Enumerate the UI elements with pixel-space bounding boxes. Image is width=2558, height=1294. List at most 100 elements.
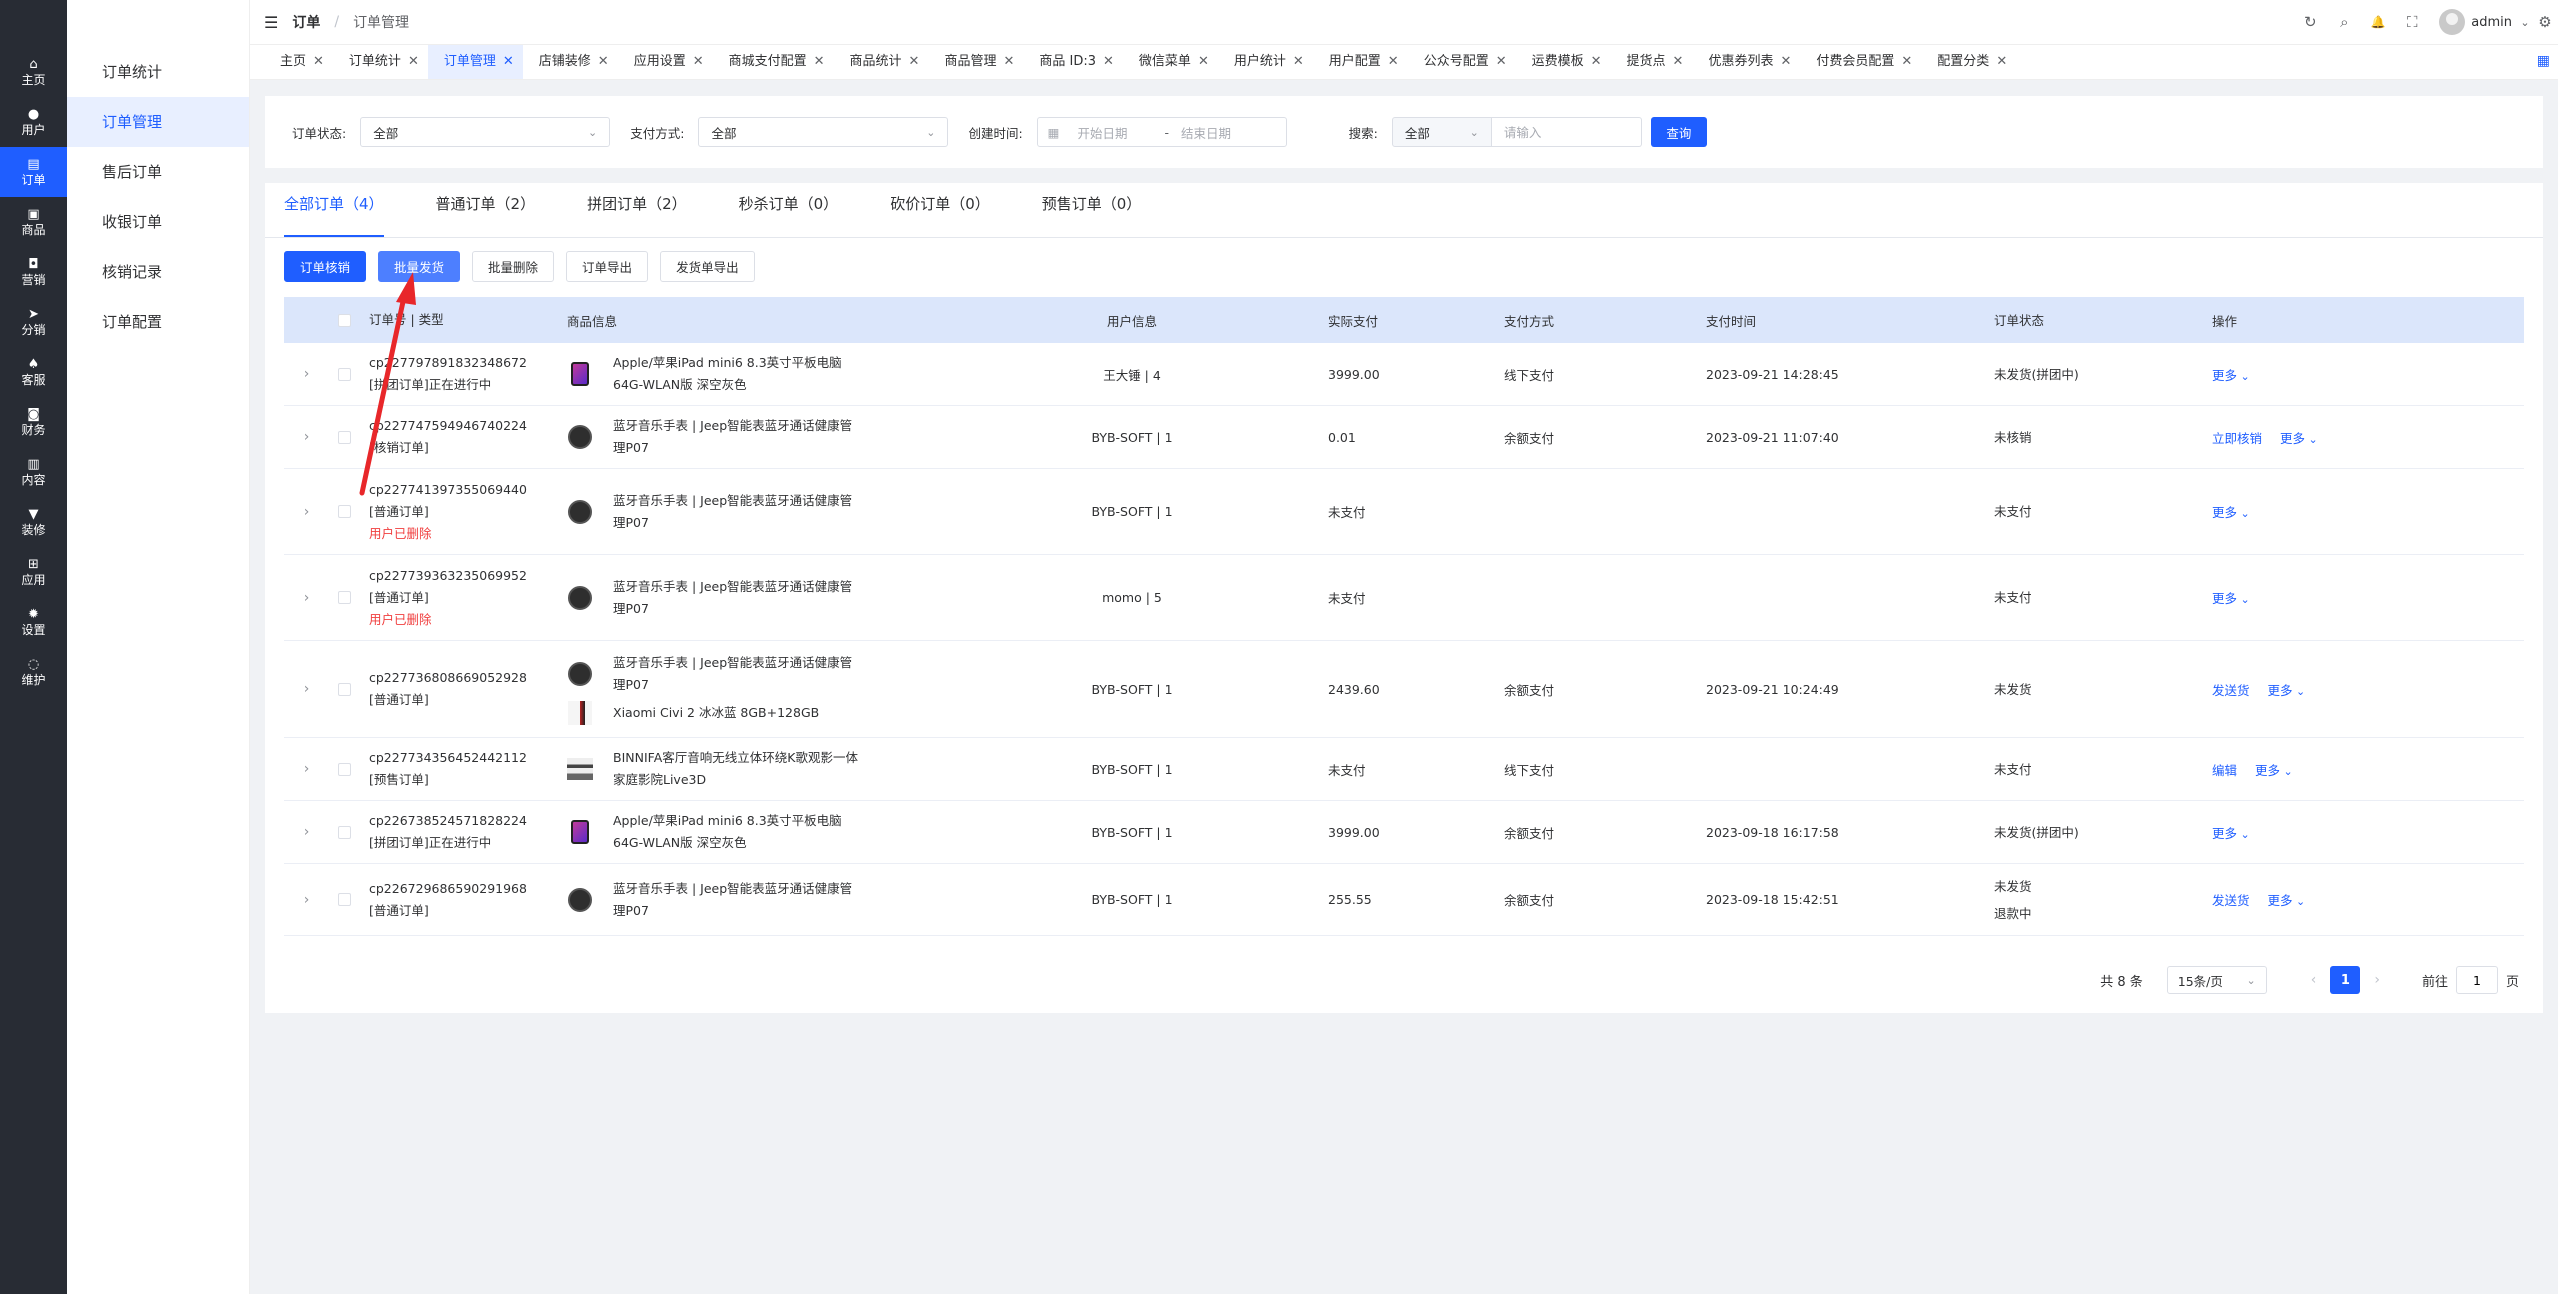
verify-order-button[interactable]: 订单核销 [284,251,367,282]
page-tab[interactable]: 微信菜单 ✕ [1123,45,1218,79]
order-number[interactable]: cp227739363235069952 [369,565,559,587]
status-select[interactable]: 全部 ⌄ [360,117,611,147]
page-tab[interactable]: 付费会员配置 ✕ [1800,45,1921,79]
order-number[interactable]: cp226738524571828224 [369,810,559,832]
batch-delete-button[interactable]: 批量删除 [472,251,555,282]
close-icon[interactable]: ✕ [503,54,514,69]
avatar[interactable] [2439,9,2466,35]
page-tab[interactable]: 主页 ✕ [264,45,333,79]
expand-row-icon[interactable]: › [284,590,329,606]
row-action-link[interactable]: 发送货 [2212,683,2250,698]
close-icon[interactable]: ✕ [909,54,920,69]
close-icon[interactable]: ✕ [1198,54,1209,69]
row-checkbox[interactable] [337,367,351,381]
page-size-select[interactable]: 15条/页 ⌄ [2166,966,2267,994]
row-action-link[interactable]: 编辑 [2212,763,2237,778]
close-icon[interactable]: ✕ [1388,54,1399,69]
end-date-placeholder[interactable]: 结束日期 [1181,123,1231,142]
row-checkbox[interactable] [337,430,351,444]
pay-method-select[interactable]: 全部 ⌄ [698,117,949,147]
date-range-picker[interactable]: ▦ 开始日期 - 结束日期 [1036,117,1287,147]
close-icon[interactable]: ✕ [814,54,825,69]
page-tab[interactable]: 应用设置 ✕ [618,45,713,79]
export-shipping-button[interactable]: 发货单导出 [660,251,755,282]
submenu-item[interactable]: 收银订单 [67,197,249,247]
more-dropdown[interactable]: 更多 [2268,683,2306,698]
prev-page-icon[interactable]: ‹ [2311,972,2317,988]
order-number[interactable]: cp227734356452442112 [369,747,559,769]
page-tab[interactable]: 运费模板 ✕ [1516,45,1611,79]
order-number[interactable]: cp227797891832348672 [369,352,559,374]
close-icon[interactable]: ✕ [408,54,419,69]
menu-toggle-icon[interactable]: ☰ [264,13,278,32]
row-action-link[interactable]: 立即核销 [2212,431,2262,446]
grid-icon[interactable]: ▦ [2537,53,2550,69]
order-number[interactable]: cp227736808669052928 [369,667,559,689]
export-orders-button[interactable]: 订单导出 [566,251,649,282]
expand-row-icon[interactable]: › [284,824,329,840]
sidebar-item-user[interactable]: ● 用户 [0,97,67,147]
order-number[interactable]: cp227741397355069440 [369,479,559,501]
submenu-item[interactable]: 售后订单 [67,147,249,197]
close-icon[interactable]: ✕ [1780,54,1791,69]
close-icon[interactable]: ✕ [1103,54,1114,69]
sidebar-item-service[interactable]: ♠ 客服 [0,347,67,397]
page-tab[interactable]: 商品管理 ✕ [928,45,1023,79]
page-tab[interactable]: 店铺装修 ✕ [523,45,618,79]
row-checkbox[interactable] [337,893,351,906]
submenu-item[interactable]: 核销记录 [67,247,249,297]
expand-row-icon[interactable]: › [284,681,329,697]
close-icon[interactable]: ✕ [1996,54,2007,69]
sidebar-item-marketing[interactable]: ◘ 营销 [0,247,67,297]
page-tab[interactable]: 公众号配置 ✕ [1408,45,1516,79]
sidebar-item-share[interactable]: ➤ 分销 [0,297,67,347]
start-date-placeholder[interactable]: 开始日期 [1077,123,1152,142]
expand-row-icon[interactable]: › [284,366,329,382]
expand-row-icon[interactable]: › [284,892,329,908]
sidebar-item-home[interactable]: ⌂ 主页 [0,47,67,97]
batch-ship-button[interactable]: 批量发货 [378,251,461,282]
more-dropdown[interactable]: 更多 [2212,368,2250,383]
row-checkbox[interactable] [337,682,351,696]
refresh-icon[interactable]: ↻ [2293,13,2327,31]
more-dropdown[interactable]: 更多 [2212,505,2250,520]
sidebar-item-order[interactable]: ▤ 订单 [0,147,67,197]
page-tab[interactable]: 商品 ID:3 ✕ [1023,45,1123,79]
page-tab[interactable]: 配置分类 ✕ [1921,45,2016,79]
more-dropdown[interactable]: 更多 [2280,431,2318,446]
page-tab[interactable]: 用户配置 ✕ [1313,45,1408,79]
expand-row-icon[interactable]: › [284,504,329,520]
sidebar-item-goods[interactable]: ▣ 商品 [0,197,67,247]
close-icon[interactable]: ✕ [1496,54,1507,69]
order-type-tab[interactable]: 砍价订单（0） [890,182,990,237]
bell-icon[interactable]: 🔔 [2361,15,2395,29]
page-tab[interactable]: 订单管理 ✕ [427,45,523,79]
row-action-link[interactable]: 发送货 [2212,893,2250,908]
close-icon[interactable]: ✕ [1591,54,1602,69]
order-type-tab[interactable]: 普通订单（2） [436,182,536,237]
fullscreen-icon[interactable]: ⛶ [2395,13,2429,31]
row-checkbox[interactable] [337,505,351,518]
submenu-item[interactable]: 订单管理 [67,97,249,147]
breadcrumb-root[interactable]: 订单 [292,12,320,32]
order-type-tab[interactable]: 秒杀订单（0） [739,182,839,237]
expand-row-icon[interactable]: › [284,429,329,445]
row-checkbox[interactable] [337,591,351,604]
page-tab[interactable]: 提货点 ✕ [1611,45,1693,79]
more-dropdown[interactable]: 更多 [2255,763,2293,778]
gear-icon[interactable]: ⚙ [2532,13,2558,31]
order-type-tab[interactable]: 全部订单（4） [284,182,384,237]
order-type-tab[interactable]: 拼团订单（2） [587,182,687,237]
sidebar-item-content[interactable]: ▥ 内容 [0,447,67,497]
close-icon[interactable]: ✕ [598,54,609,69]
close-icon[interactable]: ✕ [313,54,324,69]
close-icon[interactable]: ✕ [693,54,704,69]
order-number[interactable]: cp227747594946740224 [369,415,559,437]
page-tab[interactable]: 商城支付配置 ✕ [713,45,834,79]
sidebar-item-maintain[interactable]: ◌ 维护 [0,647,67,697]
current-page[interactable]: 1 [2330,966,2361,994]
row-checkbox[interactable] [337,762,351,776]
query-button[interactable]: 查询 [1650,117,1707,147]
page-tab[interactable]: 优惠券列表 ✕ [1692,45,1800,79]
username[interactable]: admin [2471,15,2512,30]
